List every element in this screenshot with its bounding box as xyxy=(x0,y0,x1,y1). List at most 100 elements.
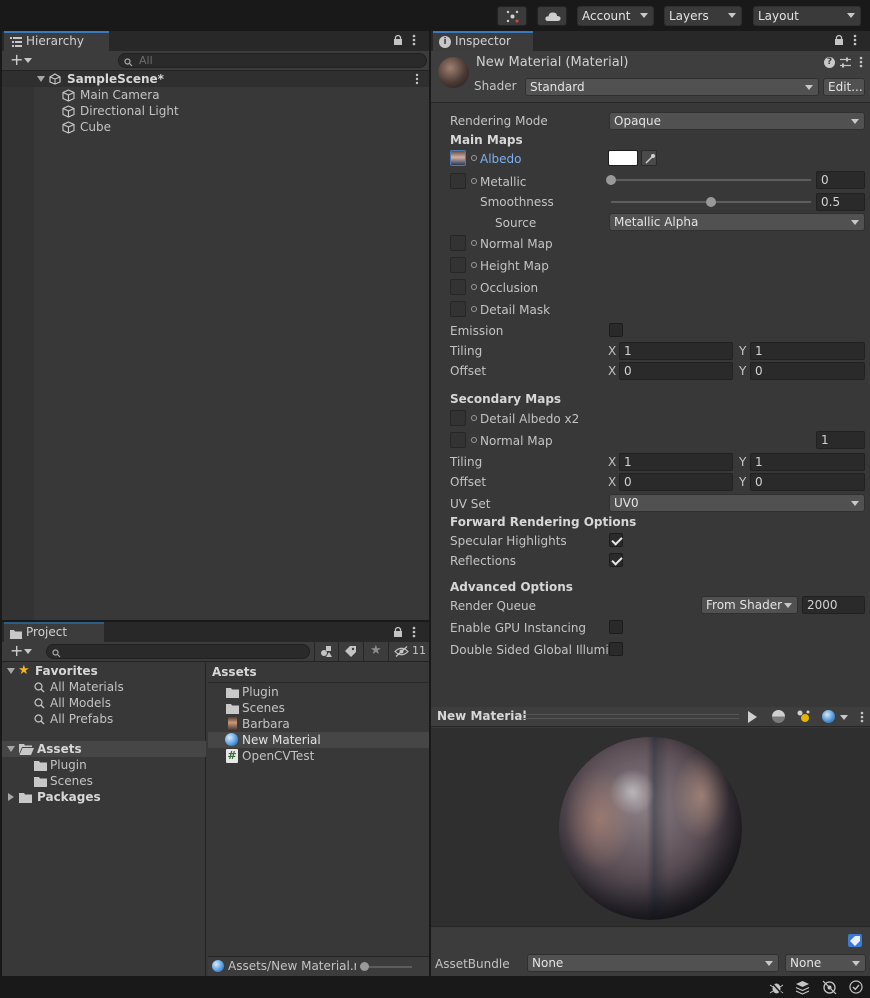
tab-inspector[interactable]: i Inspector xyxy=(433,31,533,51)
chevron-down-icon[interactable] xyxy=(24,58,32,63)
panel-menu-icon[interactable] xyxy=(412,34,416,49)
double-sided-gi-checkbox[interactable] xyxy=(609,642,623,656)
tree-item[interactable]: All Prefabs xyxy=(2,711,206,727)
normal-map-slot[interactable] xyxy=(450,235,466,251)
hierarchy-item[interactable]: Cube xyxy=(62,119,422,135)
occlusion-picker-dot[interactable] xyxy=(471,284,477,290)
uv-set-dropdown[interactable]: UV0 xyxy=(609,494,865,512)
sec-offset-y-field[interactable]: 0 xyxy=(750,473,865,491)
create-plus-icon[interactable]: + xyxy=(10,643,23,659)
tree-assets[interactable]: Assets xyxy=(2,741,206,757)
filter-type-button[interactable] xyxy=(314,642,337,661)
sec-offset-x-field[interactable]: 0 xyxy=(619,473,733,491)
asset-item[interactable]: # OpenCVTest xyxy=(208,748,429,764)
rendering-mode-dropdown[interactable]: Opaque xyxy=(609,112,865,130)
smoothness-slider[interactable] xyxy=(611,197,811,207)
main-tiling-x-field[interactable]: 1 xyxy=(619,342,733,360)
height-map-slot[interactable] xyxy=(450,257,466,273)
sec-tiling-y-field[interactable]: 1 xyxy=(750,453,865,471)
shader-dropdown[interactable]: Standard xyxy=(525,78,819,96)
layout-dropdown[interactable]: Layout xyxy=(753,6,861,26)
filter-label-button[interactable] xyxy=(338,642,362,661)
favorite-button[interactable]: ★ xyxy=(363,642,387,661)
main-tiling-y-field[interactable]: 1 xyxy=(750,342,865,360)
metallic-picker-dot[interactable] xyxy=(471,178,477,184)
play-icon[interactable] xyxy=(748,711,757,723)
lighting-icon[interactable] xyxy=(822,980,837,998)
tree-item[interactable]: Scenes xyxy=(2,773,206,789)
asset-item[interactable]: Barbara xyxy=(208,716,429,732)
chevron-down-icon[interactable] xyxy=(37,76,45,82)
secondary-normal-map-slot[interactable] xyxy=(450,432,466,448)
chevron-right-icon[interactable] xyxy=(8,793,14,801)
chevron-down-icon[interactable] xyxy=(24,649,32,654)
emission-checkbox[interactable] xyxy=(609,323,623,337)
asset-item[interactable]: Plugin xyxy=(208,684,429,700)
albedo-picker-dot[interactable] xyxy=(471,155,477,161)
occlusion-slot[interactable] xyxy=(450,279,466,295)
component-menu-icon[interactable] xyxy=(859,56,863,71)
assetbundle-name-dropdown[interactable]: None xyxy=(527,954,779,972)
preview-background-icon[interactable] xyxy=(822,710,835,723)
smoothness-value-field[interactable]: 0.5 xyxy=(816,193,865,211)
slider-thumb[interactable] xyxy=(606,175,616,185)
asset-item-selected[interactable]: New Material xyxy=(208,732,429,748)
secondary-normal-picker-dot[interactable] xyxy=(471,437,477,443)
specular-highlights-checkbox[interactable] xyxy=(609,533,623,547)
metallic-slider[interactable] xyxy=(606,175,811,185)
reflections-checkbox[interactable] xyxy=(609,553,623,567)
edit-shader-button[interactable]: Edit... xyxy=(823,78,865,96)
help-icon[interactable]: ? xyxy=(824,57,835,68)
preset-sliders-icon[interactable] xyxy=(840,57,851,71)
tree-item[interactable]: Plugin xyxy=(2,757,206,773)
icon-size-slider[interactable] xyxy=(360,962,412,971)
metallic-value-field[interactable]: 0 xyxy=(816,171,865,189)
tree-item[interactable]: All Models xyxy=(2,695,206,711)
slider-thumb[interactable] xyxy=(706,197,716,207)
normal-map-picker-dot[interactable] xyxy=(471,240,477,246)
hierarchy-item[interactable]: Directional Light xyxy=(62,103,422,119)
tab-project[interactable]: Project xyxy=(4,622,104,642)
preview-viewport[interactable] xyxy=(431,728,870,926)
scene-menu-icon[interactable] xyxy=(415,73,419,88)
render-queue-field[interactable]: 2000 xyxy=(802,596,865,614)
check-circle-icon[interactable] xyxy=(849,980,863,997)
layers-stack-icon[interactable] xyxy=(795,980,810,998)
account-dropdown[interactable]: Account xyxy=(577,6,654,26)
debug-bug-icon[interactable] xyxy=(769,980,784,998)
albedo-label[interactable]: Albedo xyxy=(480,152,522,166)
detail-mask-picker-dot[interactable] xyxy=(471,306,477,312)
tab-hierarchy[interactable]: Hierarchy xyxy=(4,31,109,51)
eyedropper-icon[interactable] xyxy=(641,150,657,166)
main-offset-x-field[interactable]: 0 xyxy=(619,362,733,380)
source-dropdown[interactable]: Metallic Alpha xyxy=(609,213,865,231)
hierarchy-item[interactable]: Main Camera xyxy=(62,87,422,103)
preview-lights-icon[interactable] xyxy=(796,709,811,727)
detail-albedo-picker-dot[interactable] xyxy=(471,415,477,421)
collab-button[interactable] xyxy=(497,6,527,26)
tree-packages[interactable]: Packages xyxy=(2,789,206,805)
main-offset-y-field[interactable]: 0 xyxy=(750,362,865,380)
preview-drag-handle[interactable] xyxy=(521,714,739,719)
sec-tiling-x-field[interactable]: 1 xyxy=(619,453,733,471)
asset-item[interactable]: Scenes xyxy=(208,700,429,716)
preview-menu-icon[interactable] xyxy=(860,711,864,726)
label-tag-icon[interactable] xyxy=(848,934,862,947)
albedo-color-field[interactable] xyxy=(608,150,638,166)
layers-dropdown[interactable]: Layers xyxy=(664,6,742,26)
hidden-packages-toggle[interactable]: 11 xyxy=(388,642,429,661)
secondary-normal-scale-field[interactable]: 1 xyxy=(816,431,865,449)
scene-row[interactable]: SampleScene* xyxy=(2,71,429,87)
detail-albedo-slot[interactable] xyxy=(450,410,466,426)
albedo-texture-slot[interactable] xyxy=(450,150,466,166)
lock-icon[interactable] xyxy=(393,34,403,48)
chevron-down-icon[interactable] xyxy=(840,715,848,720)
slider-thumb[interactable] xyxy=(360,962,369,971)
preview-mesh-icon[interactable] xyxy=(772,710,785,723)
detail-mask-slot[interactable] xyxy=(450,301,466,317)
render-queue-dropdown[interactable]: From Shader xyxy=(701,596,798,614)
gpu-instancing-checkbox[interactable] xyxy=(609,620,623,634)
height-map-picker-dot[interactable] xyxy=(471,262,477,268)
lock-icon[interactable] xyxy=(834,34,844,48)
hierarchy-search-input[interactable]: All xyxy=(118,53,427,68)
